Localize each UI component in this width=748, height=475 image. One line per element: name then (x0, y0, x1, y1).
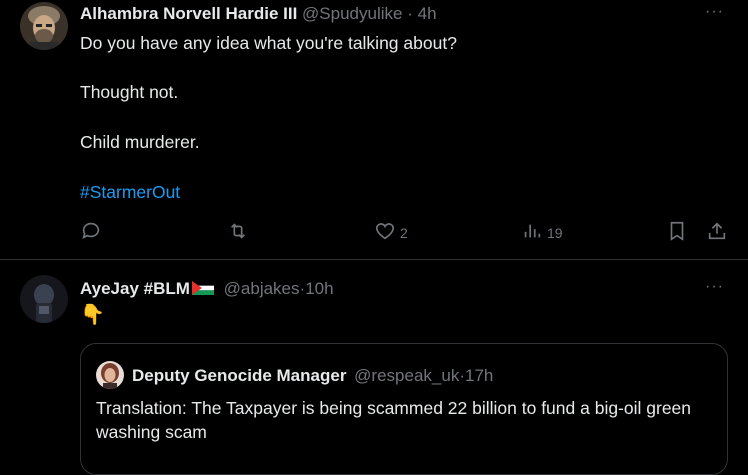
tweet-header: AyeJay #BLM @abjakes·10h (80, 279, 334, 299)
share-button[interactable] (706, 216, 728, 246)
more-icon[interactable]: ··· (705, 3, 724, 21)
bookmark-button[interactable] (666, 216, 688, 246)
tweet-spudyulike[interactable]: Alhambra Norvell Hardie III @Spudyulike … (0, 0, 748, 259)
tweet-text: 👇 (80, 304, 105, 326)
author-handle[interactable]: @abjakes (224, 279, 300, 298)
quoted-text: Translation: The Taxpayer is being scamm… (96, 398, 692, 442)
author-name[interactable]: Alhambra Norvell Hardie III (80, 4, 297, 23)
quoted-avatar[interactable] (96, 361, 124, 389)
tweet-line: Do you have any idea what you're talking… (80, 33, 457, 53)
share-icon (708, 222, 726, 240)
quoted-author-handle[interactable]: @respeak_uk (354, 366, 459, 385)
quoted-timestamp[interactable]: 17h (465, 366, 493, 385)
more-icon[interactable]: ··· (705, 278, 724, 296)
quoted-author-name[interactable]: Deputy Genocide Manager (132, 366, 346, 385)
reply-icon (82, 222, 100, 239)
reply-button[interactable] (80, 216, 102, 246)
tweet-header: Alhambra Norvell Hardie III @Spudyulike … (80, 4, 437, 24)
avatar[interactable] (20, 2, 68, 50)
hashtag-link[interactable]: #StarmerOut (80, 180, 457, 204)
like-button[interactable]: 2 (374, 216, 408, 246)
action-bar: 2 19 (80, 216, 740, 246)
retweet-icon (230, 223, 246, 239)
quoted-header: Deputy Genocide Manager @respeak_uk·17h (132, 366, 493, 386)
retweet-button[interactable] (227, 216, 249, 246)
author-handle[interactable]: @Spudyulike (302, 4, 402, 23)
like-count: 2 (400, 225, 408, 241)
author-name[interactable]: AyeJay #BLM (80, 279, 190, 298)
tweet-text: Do you have any idea what you're talking… (80, 31, 457, 204)
bookmark-icon (670, 221, 684, 241)
views-count: 19 (547, 225, 563, 241)
separator-dot: · (407, 4, 413, 23)
avatar[interactable] (20, 275, 68, 323)
like-icon (375, 223, 395, 240)
views-button[interactable]: 19 (521, 216, 563, 246)
tweet-line: Thought not. (80, 82, 179, 102)
timestamp[interactable]: 4h (418, 4, 437, 23)
tweet-line: Child murderer. (80, 132, 200, 152)
views-icon (524, 224, 541, 238)
palestine-flag-icon (191, 281, 214, 295)
timestamp[interactable]: 10h (305, 279, 333, 298)
quoted-tweet[interactable]: Deputy Genocide Manager @respeak_uk·17h … (80, 343, 728, 475)
